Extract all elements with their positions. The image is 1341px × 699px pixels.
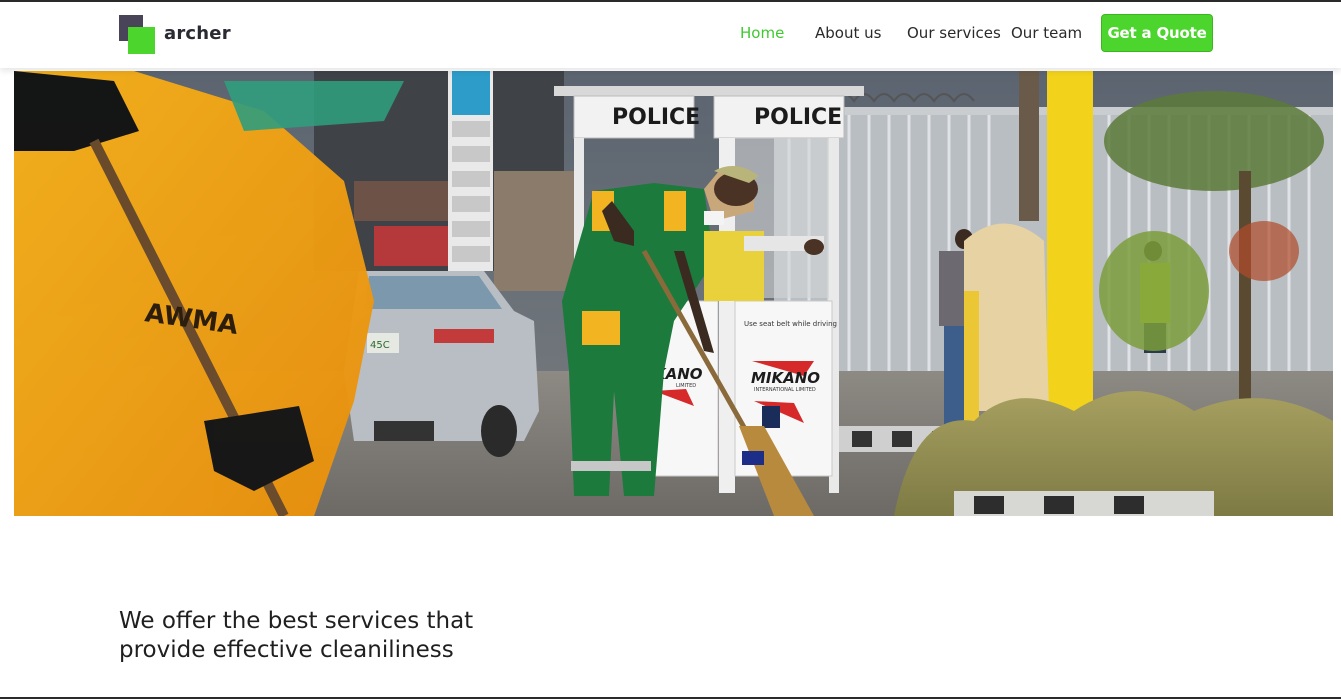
site-header: archer Home About us Our services Our te…: [0, 2, 1341, 68]
hero-image: 45C POLICE POLICE Use seat belt while dr…: [14, 71, 1333, 516]
street-sweeper-photo: 45C POLICE POLICE Use seat belt while dr…: [14, 71, 1333, 516]
services-tagline: We offer the best services that provide …: [119, 608, 474, 663]
nav-home[interactable]: Home: [740, 24, 784, 42]
license-plate: 45C: [370, 340, 390, 351]
panel-brand-sub: INTERNATIONAL LIMITED: [754, 387, 816, 393]
nav-our-team[interactable]: Our team: [1011, 24, 1082, 42]
panel-brand: MIKANO: [751, 369, 820, 387]
main-nav: Home About us Our services Our team Get …: [0, 2, 1341, 68]
nav-our-services[interactable]: Our services: [907, 24, 1001, 42]
booth-sign-left: POLICE: [612, 105, 700, 130]
panel-notice: Use seat belt while driving: [744, 320, 837, 328]
yellow-pole: [1047, 71, 1093, 416]
panel-brand-left-sub: LIMITED: [676, 383, 696, 389]
booth-sign-right: POLICE: [754, 105, 842, 130]
nav-about-us[interactable]: About us: [815, 24, 881, 42]
get-a-quote-button[interactable]: Get a Quote: [1101, 14, 1213, 52]
page: archer Home About us Our services Our te…: [0, 0, 1341, 699]
